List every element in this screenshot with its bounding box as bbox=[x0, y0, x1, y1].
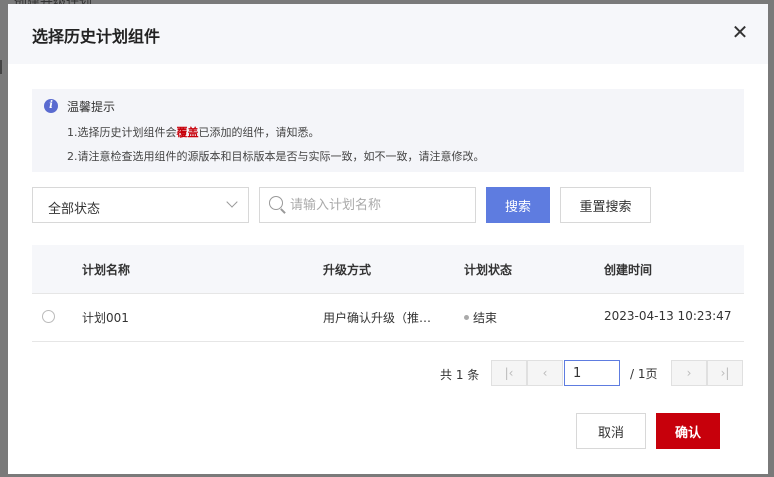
page-total: / 1页 bbox=[630, 367, 658, 381]
column-plan-name: 计划名称 bbox=[82, 263, 131, 277]
pagination: 共 1 条 |‹ ‹ / 1页 › ›| bbox=[8, 360, 768, 386]
backdrop-edge bbox=[0, 60, 5, 74]
reset-search-button[interactable]: 重置搜索 bbox=[560, 187, 651, 223]
plan-table: 计划名称 升级方式 计划状态 创建时间 计划001 用户确认升级（推… 结束 2… bbox=[32, 245, 744, 342]
notice-line-1-prefix: 1.选择历史计划组件会 bbox=[67, 126, 177, 139]
confirm-button[interactable]: 确认 bbox=[656, 413, 720, 449]
last-page-icon[interactable]: ›| bbox=[707, 360, 743, 386]
status-select[interactable]: 全部状态 bbox=[32, 187, 249, 223]
notice-highlight: 覆盖 bbox=[176, 126, 199, 139]
pagination-total: 共 1 条 bbox=[440, 368, 480, 382]
chevron-down-icon bbox=[226, 196, 238, 208]
cell-plan-status: 结束 bbox=[464, 309, 497, 326]
status-text: 结束 bbox=[473, 311, 498, 325]
status-dot-icon bbox=[464, 315, 469, 320]
column-created-time: 创建时间 bbox=[604, 263, 653, 277]
notice-line-1-suffix: 已添加的组件，请知悉。 bbox=[198, 126, 320, 139]
notice-line-2: 2.请注意检查选用组件的源版本和目标版本是否与实际一致，如不一致，请注意修改。 bbox=[67, 150, 485, 163]
row-radio-button[interactable] bbox=[42, 310, 55, 323]
search-box bbox=[259, 187, 476, 223]
notice-title: 温馨提示 bbox=[67, 100, 116, 114]
dialog-header: 选择历史计划组件 ✕ bbox=[8, 4, 768, 64]
cell-plan-name: 计划001 bbox=[82, 311, 129, 325]
next-page-icon[interactable]: › bbox=[671, 360, 707, 386]
page-number-input[interactable] bbox=[564, 360, 620, 386]
status-select-value: 全部状态 bbox=[48, 202, 101, 217]
dialog-title: 选择历史计划组件 bbox=[32, 27, 161, 46]
cell-upgrade-method: 用户确认升级（推… bbox=[323, 311, 432, 325]
table-header: 计划名称 升级方式 计划状态 创建时间 bbox=[32, 245, 744, 294]
column-upgrade-method: 升级方式 bbox=[323, 263, 372, 277]
search-button[interactable]: 搜索 bbox=[486, 187, 550, 223]
select-history-plan-dialog: 选择历史计划组件 ✕ i 温馨提示 1.选择历史计划组件会覆盖已添加的组件，请知… bbox=[8, 4, 768, 474]
cell-created-time: 2023-04-13 10:23:47 bbox=[604, 309, 732, 323]
table-row[interactable]: 计划001 用户确认升级（推… 结束 2023-04-13 10:23:47 bbox=[32, 294, 744, 342]
search-icon bbox=[269, 196, 283, 210]
plan-name-search-input[interactable] bbox=[290, 194, 468, 216]
notice-line-1: 1.选择历史计划组件会覆盖已添加的组件，请知悉。 bbox=[67, 124, 320, 140]
cancel-button[interactable]: 取消 bbox=[576, 413, 646, 449]
close-icon[interactable]: ✕ bbox=[730, 22, 750, 42]
info-icon: i bbox=[44, 99, 58, 113]
notice-panel: i 温馨提示 1.选择历史计划组件会覆盖已添加的组件，请知悉。 2.请注意检查选… bbox=[32, 89, 744, 172]
column-plan-status: 计划状态 bbox=[464, 263, 513, 277]
prev-page-icon[interactable]: ‹ bbox=[527, 360, 563, 386]
first-page-icon[interactable]: |‹ bbox=[491, 360, 527, 386]
